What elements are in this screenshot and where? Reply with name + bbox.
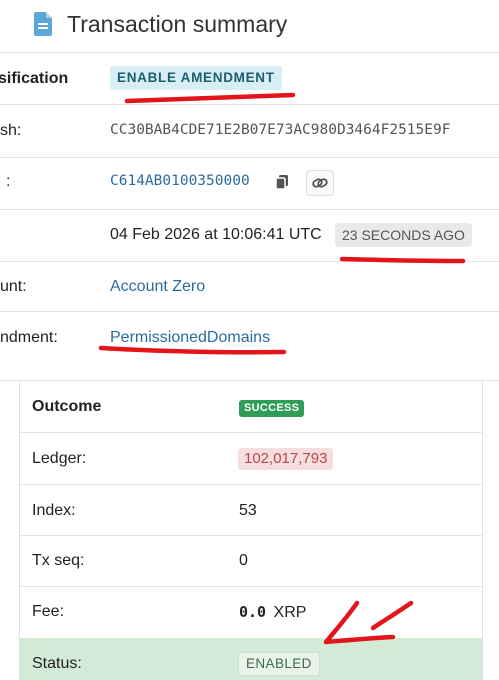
link-icon bbox=[312, 178, 328, 188]
divider bbox=[20, 484, 482, 485]
underline-domains-annotation bbox=[98, 345, 287, 355]
txseq-value: 0 bbox=[239, 552, 248, 569]
status-label: Status: bbox=[32, 655, 82, 672]
divider bbox=[0, 157, 499, 158]
transaction-time: 04 Feb 2026 at 10:06:41 UTC bbox=[110, 226, 322, 243]
copy-icon bbox=[275, 175, 288, 190]
account-link[interactable]: Account Zero bbox=[110, 278, 205, 296]
underline-amendment-annotation bbox=[124, 92, 296, 104]
ledger-link[interactable]: 102,017,793 bbox=[238, 448, 334, 470]
account-label: unt: bbox=[0, 278, 27, 295]
document-icon bbox=[34, 12, 52, 36]
table-border-right bbox=[482, 380, 483, 680]
divider bbox=[0, 104, 499, 105]
amendment-label: ndment: bbox=[0, 329, 58, 346]
hash-label: sh: bbox=[0, 122, 22, 139]
amendment-link[interactable]: PermissionedDomains bbox=[110, 329, 270, 347]
divider bbox=[20, 535, 482, 536]
ctid-link[interactable]: C614AB0100350000 bbox=[110, 173, 250, 189]
share-link-button[interactable] bbox=[306, 170, 334, 196]
page-header: Transaction summary bbox=[0, 0, 499, 52]
fee-amount: 0.0 bbox=[239, 603, 267, 621]
success-badge: SUCCESS bbox=[239, 400, 305, 417]
divider bbox=[0, 261, 499, 262]
copy-button[interactable] bbox=[269, 170, 295, 194]
index-value: 53 bbox=[239, 502, 257, 519]
table-border-left bbox=[19, 380, 20, 680]
divider bbox=[0, 380, 499, 381]
classification-badge: ENABLE AMENDMENT bbox=[110, 66, 282, 90]
fee-value: 0.0 XRP bbox=[239, 603, 306, 622]
divider bbox=[20, 586, 482, 587]
divider bbox=[20, 432, 482, 433]
divider bbox=[0, 209, 499, 210]
ledger-label: Ledger: bbox=[32, 450, 87, 467]
hash-value[interactable]: CC30BAB4CDE71E2B07E73AC980D3464F2515E9F bbox=[110, 122, 450, 138]
index-label: Index: bbox=[32, 502, 76, 519]
status-badge: ENABLED bbox=[238, 652, 320, 676]
divider bbox=[0, 311, 499, 312]
fee-label: Fee: bbox=[32, 603, 65, 620]
arrow-annotation bbox=[323, 600, 396, 645]
txseq-label: Tx seq: bbox=[32, 552, 85, 569]
outcome-header-label: Outcome bbox=[32, 398, 102, 415]
divider bbox=[0, 52, 499, 53]
page-title: Transaction summary bbox=[67, 11, 288, 37]
fee-unit: XRP bbox=[273, 604, 307, 621]
arrow-tail-annotation bbox=[370, 600, 414, 631]
ctid-label: : bbox=[6, 173, 11, 190]
classification-label: sification bbox=[0, 70, 69, 87]
time-ago-badge: 23 SECONDS AGO bbox=[335, 223, 472, 247]
